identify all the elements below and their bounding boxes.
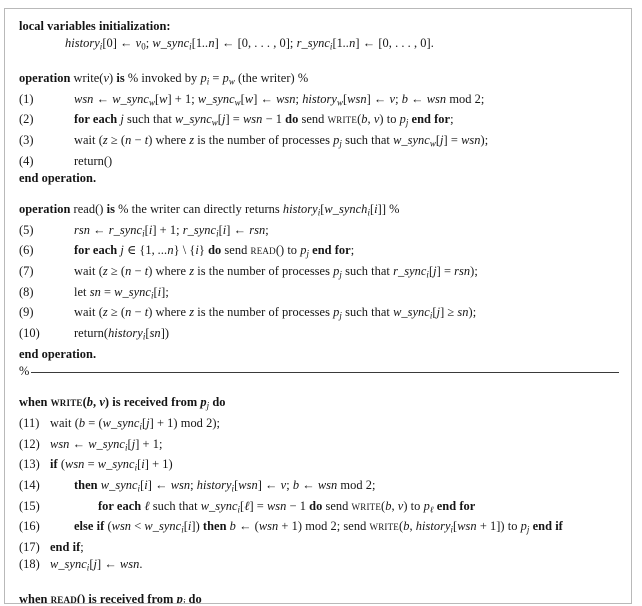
code-line-16: (16) else if (wsn < w_synci[i]) then b ← … (19, 519, 563, 535)
init-header-text: local variables initialization: (19, 19, 171, 33)
line-number: (10) (19, 326, 40, 341)
write-operation-end: end operation. (19, 170, 631, 187)
percent-marker: % (19, 364, 30, 379)
code-line-17: (17) end if; (19, 539, 631, 556)
when-write-header: when write(b, v) is received from pj do (19, 395, 226, 411)
when-read-header: when read() is received from pj do (19, 591, 202, 604)
line-number: (13) (19, 457, 40, 472)
line-number: (5) (19, 222, 34, 237)
code-line-7: (7) wait (z ≥ (n − t) where z is the numb… (19, 264, 478, 280)
code-line-14: (14) then w_synci[i] ← wsn; historyi[wsn]… (19, 478, 376, 494)
line-number: (15) (19, 498, 40, 513)
line-number: (9) (19, 305, 34, 320)
read-operation-end: end operation. (19, 346, 631, 363)
line-number: (11) (19, 415, 40, 430)
line-number: (14) (19, 478, 40, 493)
code-line-3: (3) wait (z ≥ (n − t) where z is the numb… (19, 132, 489, 149)
code-line-5: (5) rsn ← r_synci[i] + 1; r_synci[i] ← rs… (19, 222, 269, 239)
line-number: (6) (19, 243, 34, 258)
line-number: (17) (19, 540, 40, 555)
line-number: (3) (19, 132, 34, 147)
code-line-9: (9) wait (z ≥ (n − t) where z is the numb… (19, 305, 477, 321)
code-line-2: (2) for each j such that w_syncw[j] = wsn… (19, 112, 454, 128)
code-line-11: (11) wait (b = (w_synci[j] + 1) mod 2); (19, 415, 221, 432)
end-operation-text: end operation. (19, 346, 97, 361)
init-header: local variables initialization: (19, 18, 631, 35)
line-number: (16) (19, 519, 40, 534)
line-number: (12) (19, 436, 40, 451)
section-separator-rule: % (19, 363, 631, 380)
line-number: (18) (19, 557, 40, 572)
horizontal-rule (31, 371, 620, 373)
code-line-6: (6) for each j ∈ {1, ...n} \ {i} do send … (19, 243, 355, 259)
line-number: (2) (19, 112, 34, 127)
algorithm-figure-frame: local variables initialization: historyi… (4, 8, 632, 604)
line-number: (1) (19, 91, 34, 106)
end-operation-text: end operation. (19, 170, 97, 185)
init-body: historyi[0] ← v0; w_synci[1..n] ← [0, . … (65, 36, 434, 52)
code-line-18: (18) w_synci[j] ← wsn. (19, 557, 143, 573)
code-line-8: (8) let sn = w_synci[i]; (19, 284, 169, 301)
code-line-13: (13) if (wsn = w_synci[i] + 1) (19, 457, 173, 473)
algorithm-body: local variables initialization: historyi… (5, 9, 631, 604)
line-number: (4) (19, 153, 34, 168)
write-operation-header: operation write(v) is % invoked by pi = … (19, 70, 309, 87)
code-line-10: (10) return(historyi[sn]) (19, 326, 170, 342)
line-number: (8) (19, 284, 34, 299)
read-operation-header: operation read() is % the writer can dir… (19, 202, 400, 218)
code-line-15: (15) for each ℓ such that w_synci[ℓ] = ws… (19, 498, 476, 515)
line-number: (7) (19, 264, 34, 279)
code-line-4: (4) return() (19, 153, 631, 170)
code-line-12: (12) wsn ← w_synci[j] + 1; (19, 436, 163, 453)
code-line-1: (1) wsn ← w_syncw[w] + 1; w_syncw[w] ← ws… (19, 91, 485, 108)
